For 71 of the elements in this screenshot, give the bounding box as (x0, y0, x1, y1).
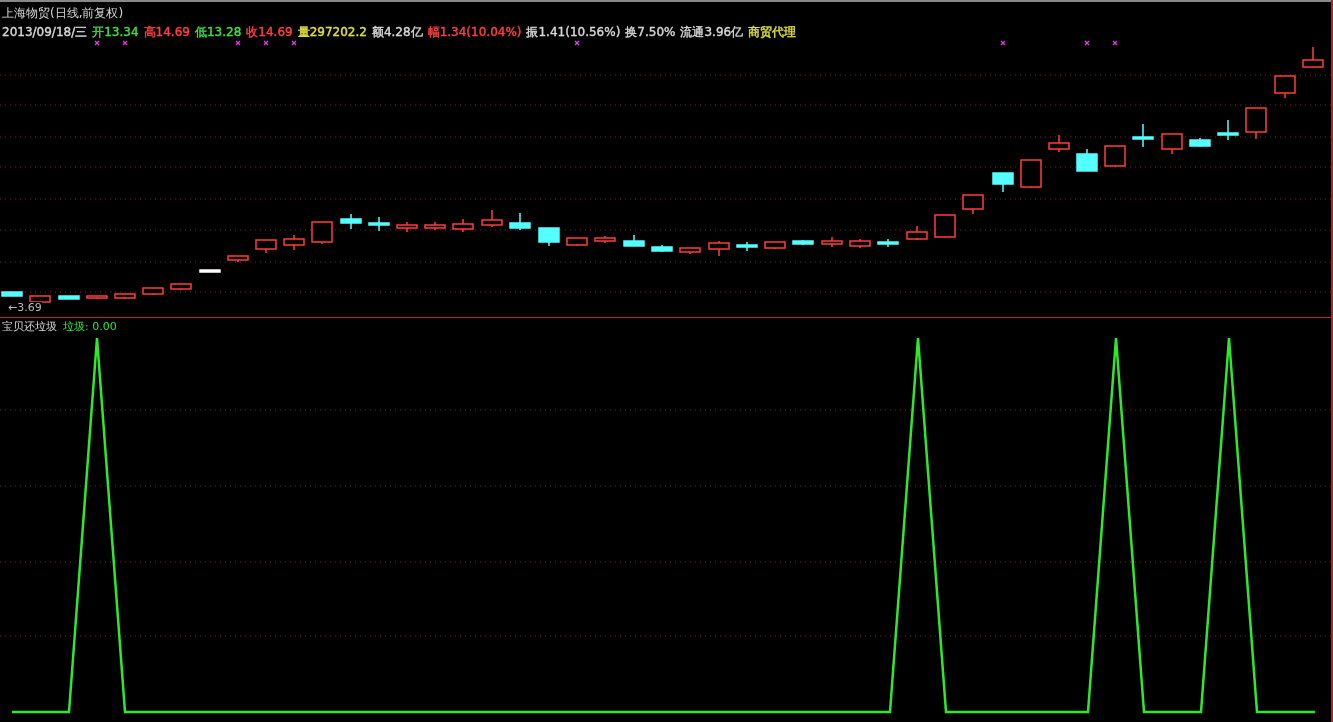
cross-marker-icon (263, 40, 269, 46)
indicator-value: 垃圾: 0.00 (63, 319, 117, 334)
candlestick (992, 172, 1014, 193)
candlestick (1076, 148, 1098, 172)
quote-field: 低13.28 (194, 24, 242, 41)
candlestick (142, 287, 164, 296)
cross-marker-icon (122, 40, 128, 46)
candlestick (368, 216, 390, 232)
quote-field: 幅1.34(10.04%) (427, 24, 522, 41)
candlestick (962, 194, 984, 215)
candlestick (424, 221, 446, 231)
candlestick (340, 213, 362, 230)
candlestick (538, 227, 560, 247)
candlestick (255, 239, 277, 254)
cross-marker-icon (94, 40, 100, 46)
candlestick (736, 241, 758, 252)
candlestick (1245, 107, 1267, 140)
cross-marker-icon (235, 40, 241, 46)
cross-marker-icon (291, 40, 297, 46)
candlestick (934, 214, 956, 239)
quote-field: 商贸代理 (748, 24, 797, 41)
cross-marker-icon (1112, 40, 1118, 46)
candlestick (481, 209, 503, 228)
cross-marker-icon (1000, 40, 1006, 46)
candlestick (114, 293, 136, 300)
candlestick (821, 236, 843, 248)
candlestick (764, 241, 786, 250)
candlestick (651, 244, 673, 253)
chart-title: 上海物贸(日线,前复权) (2, 5, 124, 22)
candlestick (1217, 119, 1239, 141)
indicator-name: 宝贝还垃圾 (2, 319, 57, 334)
candlestick (199, 269, 221, 273)
candlestick (170, 283, 192, 291)
candlestick (792, 239, 814, 246)
quote-field: 换7.50% (625, 24, 676, 41)
candlestick (311, 221, 333, 245)
candlestick (227, 255, 249, 263)
candlestick (1, 291, 23, 297)
candlestick (1161, 133, 1183, 155)
quote-field: 2013/09/18/三 (2, 24, 88, 41)
low-price-label: ←3.69 (8, 302, 42, 314)
candlestick (594, 235, 616, 244)
candlestick (396, 221, 418, 233)
candlestick (86, 295, 108, 300)
candlestick (1020, 159, 1042, 189)
candlestick (29, 295, 51, 303)
candlestick (906, 225, 928, 241)
candlestick (509, 212, 531, 231)
candlestick (623, 234, 645, 247)
candlestick (566, 237, 588, 247)
candlestick (1048, 134, 1070, 153)
quote-field: 额4.28亿 (371, 24, 423, 41)
cross-marker-icon (1084, 40, 1090, 46)
quote-field: 高14.69 (143, 24, 190, 41)
candlestick (58, 295, 80, 300)
candlestick (452, 218, 474, 233)
candlestick (283, 234, 305, 251)
candlestick (708, 240, 730, 257)
candlestick (1302, 46, 1324, 68)
cross-marker-icon (574, 40, 580, 46)
candlestick (1104, 145, 1126, 168)
quote-field: 收14.69 (246, 24, 293, 41)
candlestick (1274, 75, 1296, 99)
quote-field: 量297202.2 (297, 24, 367, 41)
candlestick (1189, 137, 1211, 148)
quote-field: 振1.41(10.56%) (526, 24, 621, 41)
candlestick (1132, 123, 1154, 148)
quote-field: 流通3.96亿 (680, 24, 744, 41)
candlestick (679, 247, 701, 255)
candlestick (849, 238, 871, 249)
quote-field: 开13.34 (92, 24, 139, 41)
